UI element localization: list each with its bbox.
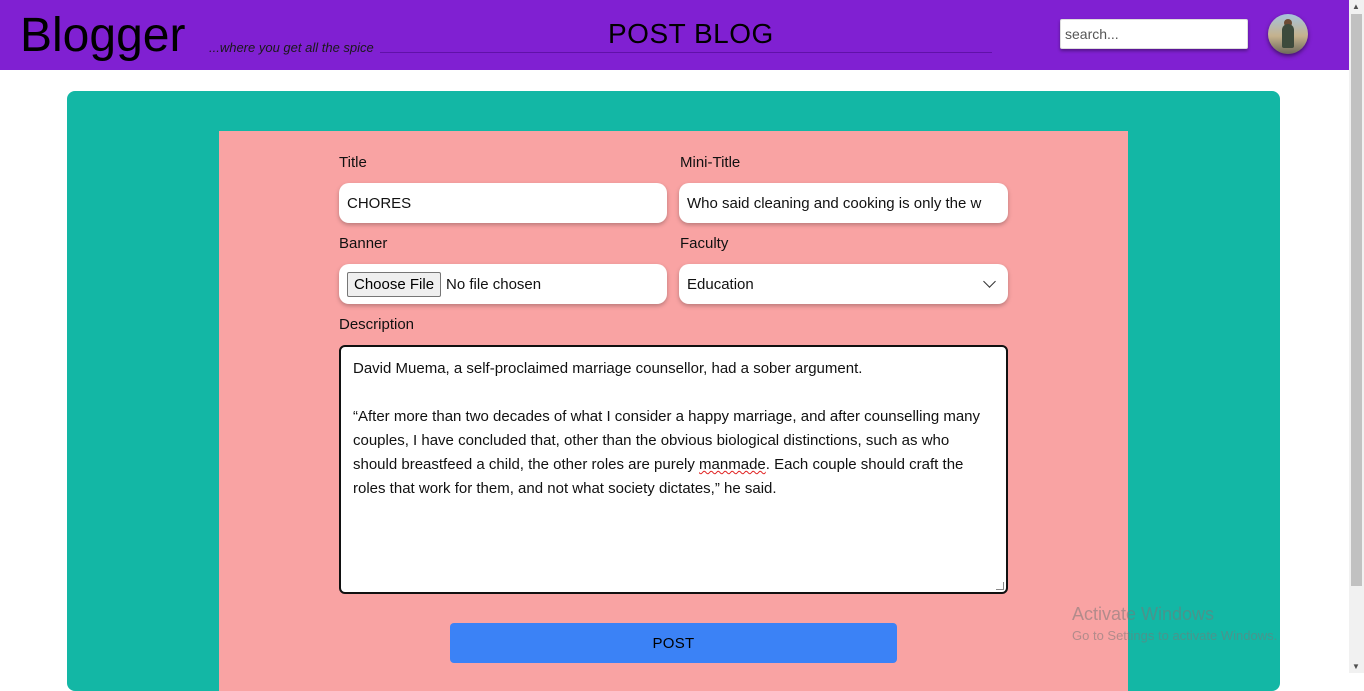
faculty-label: Faculty	[680, 235, 729, 252]
spellcheck-word: manmade	[699, 456, 766, 473]
user-avatar[interactable]	[1268, 14, 1308, 54]
title-label: Title	[339, 154, 367, 171]
description-paragraph: David Muema, a self-proclaimed marriage …	[353, 360, 863, 377]
watermark-subtitle: Go to Settings to activate Windows.	[1072, 628, 1278, 643]
mini-title-label: Mini-Title	[680, 154, 741, 171]
brand-logo[interactable]: Blogger	[20, 8, 185, 63]
chevron-down-icon	[983, 275, 996, 288]
description-label: Description	[339, 316, 415, 333]
page-title: POST BLOG	[608, 18, 774, 49]
scroll-down-icon[interactable]: ▼	[1352, 662, 1360, 671]
scroll-up-icon[interactable]: ▲	[1352, 2, 1360, 11]
mini-title-input[interactable]: Who said cleaning and cooking is only th…	[679, 183, 1008, 223]
title-input[interactable]: CHORES	[339, 183, 667, 223]
choose-file-button[interactable]: Choose File	[347, 271, 442, 297]
faculty-select[interactable]: Education	[679, 264, 1008, 304]
watermark-title: Activate Windows	[1072, 604, 1215, 624]
search-input[interactable]	[1060, 19, 1248, 49]
activation-watermark: Activate Windows Go to Settings to activ…	[1072, 604, 1277, 643]
description-paragraph: “After more than two decades of what I c…	[353, 405, 994, 501]
avatar-figure	[1282, 24, 1294, 48]
banner-label: Banner	[339, 235, 388, 252]
description-textarea[interactable]: David Muema, a self-proclaimed marriage …	[339, 345, 1008, 594]
faculty-selected-value: Education	[687, 275, 754, 293]
resize-handle[interactable]	[996, 582, 1004, 590]
top-navbar: Blogger ...where you get all the spice P…	[0, 0, 1349, 70]
file-status: No file chosen	[446, 275, 542, 293]
banner-file-input[interactable]: Choose File No file chosen	[339, 264, 667, 304]
post-button[interactable]: POST	[450, 623, 897, 663]
header-divider	[380, 52, 992, 53]
scrollbar-thumb[interactable]	[1351, 14, 1362, 586]
brand-tagline: ...where you get all the spice	[209, 40, 374, 55]
